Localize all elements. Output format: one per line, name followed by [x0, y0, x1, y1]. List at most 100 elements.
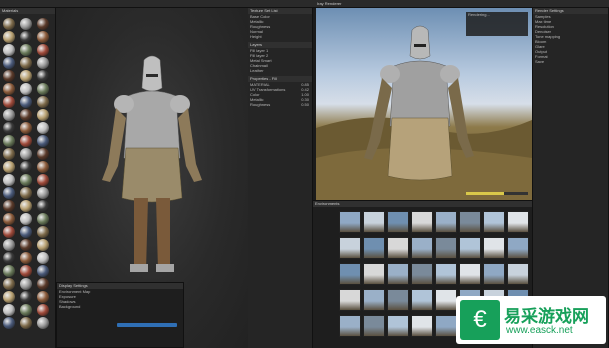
environment-thumbnail[interactable]	[435, 289, 457, 311]
material-swatch[interactable]	[37, 122, 49, 134]
material-swatch[interactable]	[37, 239, 49, 251]
material-swatch[interactable]	[3, 265, 15, 277]
material-swatch[interactable]	[20, 96, 32, 108]
material-swatch[interactable]	[20, 291, 32, 303]
material-swatch[interactable]	[37, 44, 49, 56]
environment-thumbnail[interactable]	[507, 237, 529, 259]
material-swatch[interactable]	[3, 161, 15, 173]
material-swatch[interactable]	[20, 135, 32, 147]
material-swatch[interactable]	[20, 226, 32, 238]
material-swatch[interactable]	[37, 18, 49, 30]
environment-thumbnail[interactable]	[507, 263, 529, 285]
layer-item[interactable]: Leather	[248, 68, 312, 73]
environment-thumbnail[interactable]	[387, 289, 409, 311]
environment-thumbnail[interactable]	[363, 237, 385, 259]
environment-thumbnail[interactable]	[387, 211, 409, 233]
property-row[interactable]: Roughness 0.50	[248, 102, 312, 107]
material-swatch[interactable]	[37, 265, 49, 277]
exposure-slider[interactable]	[117, 323, 177, 327]
material-swatch[interactable]	[37, 148, 49, 160]
material-swatch[interactable]	[20, 174, 32, 186]
material-swatch[interactable]	[20, 239, 32, 251]
environment-thumbnail[interactable]	[411, 263, 433, 285]
environment-thumbnail[interactable]	[435, 263, 457, 285]
material-swatch[interactable]	[37, 57, 49, 69]
material-swatch[interactable]	[20, 187, 32, 199]
material-swatch[interactable]	[37, 317, 49, 329]
material-swatch[interactable]	[20, 57, 32, 69]
material-swatch[interactable]	[20, 148, 32, 160]
environment-thumbnail[interactable]	[411, 289, 433, 311]
material-swatch[interactable]	[20, 278, 32, 290]
material-swatch[interactable]	[3, 122, 15, 134]
material-swatch[interactable]	[3, 96, 15, 108]
render-setting-row[interactable]: Save	[533, 59, 608, 64]
material-swatch[interactable]	[37, 161, 49, 173]
material-swatch[interactable]	[3, 70, 15, 82]
material-swatch[interactable]	[20, 304, 32, 316]
material-swatch[interactable]	[3, 109, 15, 121]
environment-thumbnail[interactable]	[435, 237, 457, 259]
environment-thumbnail[interactable]	[339, 315, 361, 337]
material-swatch[interactable]	[20, 109, 32, 121]
environment-thumbnail[interactable]	[387, 315, 409, 337]
environment-thumbnail[interactable]	[459, 211, 481, 233]
material-swatch[interactable]	[3, 304, 15, 316]
material-swatch[interactable]	[3, 226, 15, 238]
environment-thumbnail[interactable]	[507, 211, 529, 233]
material-swatch[interactable]	[37, 31, 49, 43]
material-swatch[interactable]	[37, 226, 49, 238]
material-swatch[interactable]	[20, 317, 32, 329]
environment-thumbnail[interactable]	[339, 211, 361, 233]
environment-thumbnail[interactable]	[339, 263, 361, 285]
environment-thumbnail[interactable]	[387, 237, 409, 259]
material-swatch[interactable]	[37, 83, 49, 95]
material-swatch[interactable]	[3, 31, 15, 43]
material-swatch[interactable]	[3, 148, 15, 160]
material-swatch[interactable]	[37, 70, 49, 82]
material-swatch[interactable]	[3, 317, 15, 329]
environment-thumbnail[interactable]	[483, 211, 505, 233]
material-swatch[interactable]	[20, 18, 32, 30]
environment-thumbnail[interactable]	[483, 263, 505, 285]
material-swatch[interactable]	[37, 252, 49, 264]
environment-thumbnail[interactable]	[339, 237, 361, 259]
display-row[interactable]: Background	[57, 304, 183, 309]
environment-thumbnail[interactable]	[459, 237, 481, 259]
material-swatch[interactable]	[3, 252, 15, 264]
material-swatch[interactable]	[3, 239, 15, 251]
environment-thumbnail[interactable]	[411, 237, 433, 259]
material-swatch[interactable]	[3, 18, 15, 30]
material-swatch[interactable]	[3, 291, 15, 303]
material-swatch[interactable]	[20, 83, 32, 95]
material-swatch[interactable]	[3, 278, 15, 290]
material-swatch[interactable]	[3, 57, 15, 69]
material-swatch[interactable]	[3, 200, 15, 212]
material-swatch[interactable]	[37, 278, 49, 290]
environment-thumbnail[interactable]	[411, 315, 433, 337]
environment-thumbnail[interactable]	[339, 289, 361, 311]
environment-thumbnail[interactable]	[363, 289, 385, 311]
material-swatch[interactable]	[20, 213, 32, 225]
material-swatch[interactable]	[20, 44, 32, 56]
material-swatch[interactable]	[37, 174, 49, 186]
material-swatch[interactable]	[20, 252, 32, 264]
environment-thumbnail[interactable]	[363, 211, 385, 233]
material-swatch[interactable]	[3, 44, 15, 56]
environment-thumbnail[interactable]	[483, 237, 505, 259]
environment-thumbnail[interactable]	[459, 263, 481, 285]
property-value[interactable]: 0.50	[301, 102, 309, 107]
material-swatch[interactable]	[20, 122, 32, 134]
material-swatch[interactable]	[3, 213, 15, 225]
material-swatch[interactable]	[3, 83, 15, 95]
environment-thumbnail[interactable]	[411, 211, 433, 233]
environment-thumbnail[interactable]	[435, 315, 457, 337]
environment-thumbnail[interactable]	[363, 263, 385, 285]
material-swatch[interactable]	[20, 265, 32, 277]
material-swatch[interactable]	[37, 96, 49, 108]
environment-thumbnail[interactable]	[363, 315, 385, 337]
material-swatch[interactable]	[37, 213, 49, 225]
material-swatch[interactable]	[37, 187, 49, 199]
material-swatch[interactable]	[37, 109, 49, 121]
material-swatch[interactable]	[20, 200, 32, 212]
